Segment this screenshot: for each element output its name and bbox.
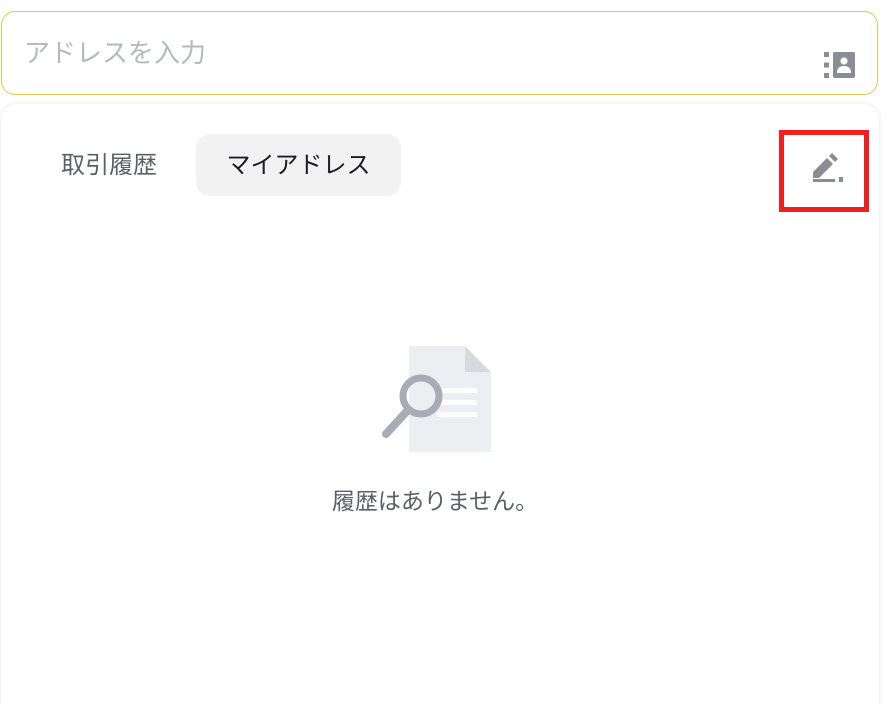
tab-transaction-history[interactable]: 取引履歴	[41, 134, 177, 196]
tab-my-address[interactable]: マイアドレス	[196, 134, 401, 196]
address-input[interactable]	[24, 34, 784, 74]
address-input-container	[1, 11, 878, 95]
address-panel: 取引履歴 マイアドレス 履歴はありません。	[1, 104, 879, 704]
empty-state-message: 履歴はありません。	[331, 489, 539, 515]
edit-icon[interactable]	[809, 152, 845, 182]
document-search-icon	[382, 346, 491, 452]
address-selector: 取引履歴 マイアドレス 履歴はありません。	[0, 0, 890, 704]
address-book-icon[interactable]	[824, 52, 856, 78]
